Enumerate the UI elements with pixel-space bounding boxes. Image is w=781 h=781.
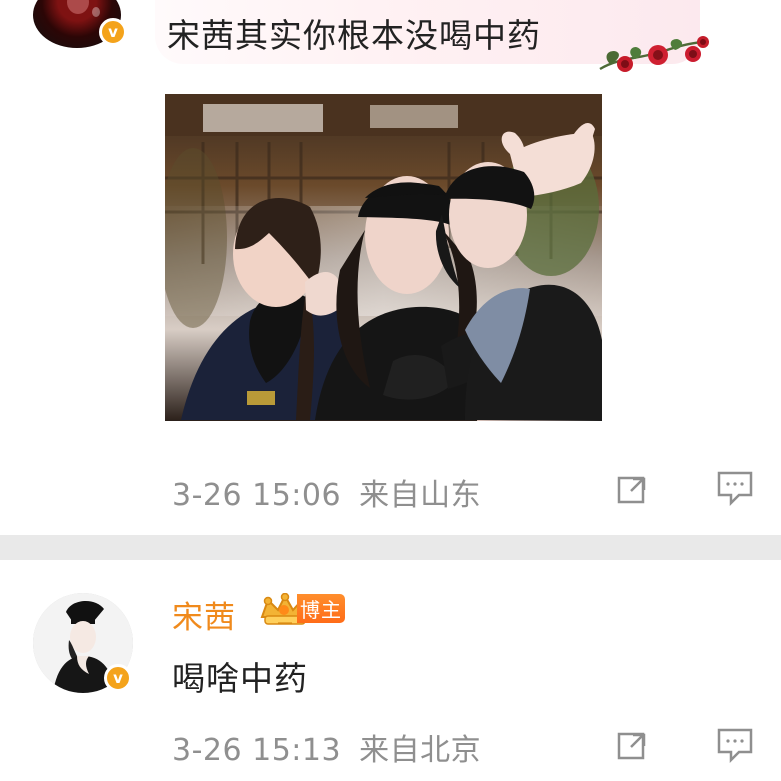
comment-meta-bottom: 3-26 15:13 来自北京 [172, 725, 481, 769]
selfie-image [165, 94, 602, 421]
reply-button-top[interactable] [714, 469, 756, 507]
share-icon [617, 732, 646, 760]
verified-badge-top: v [99, 18, 127, 46]
comment-text-bottom: 喝啥中药 [172, 659, 308, 698]
comment-item-top: v 宋茜其实你根本没喝中药 3-26 15:06 来自山东 [0, 0, 781, 535]
comment-time-bottom: 3-26 15:13 [172, 733, 342, 768]
share-button-bottom[interactable] [612, 726, 654, 764]
comment-meta-top: 3-26 15:06 来自山东 [172, 470, 481, 514]
rose-decoration-icon [599, 36, 709, 72]
selfie-photo[interactable] [165, 94, 602, 421]
reply-button-bottom[interactable] [714, 726, 756, 764]
verified-badge-bottom: v [104, 664, 132, 692]
comment-time-top: 3-26 15:06 [172, 478, 342, 513]
section-divider [0, 535, 781, 560]
comment-screen: v 宋茜其实你根本没喝中药 3-26 15:06 来自山东 v 宋茜 博主 喝啥… [0, 0, 781, 781]
comment-icon [717, 471, 753, 507]
comment-location-bottom: 来自北京 [359, 733, 482, 768]
comment-text-top: 宋茜其实你根本没喝中药 [167, 16, 541, 55]
comment-icon [717, 728, 753, 764]
share-icon [617, 476, 646, 504]
share-button-top[interactable] [612, 470, 654, 508]
comment-location-top: 来自山东 [359, 478, 482, 513]
username[interactable]: 宋茜 [172, 592, 236, 637]
creator-badge: 博主 [297, 594, 345, 623]
